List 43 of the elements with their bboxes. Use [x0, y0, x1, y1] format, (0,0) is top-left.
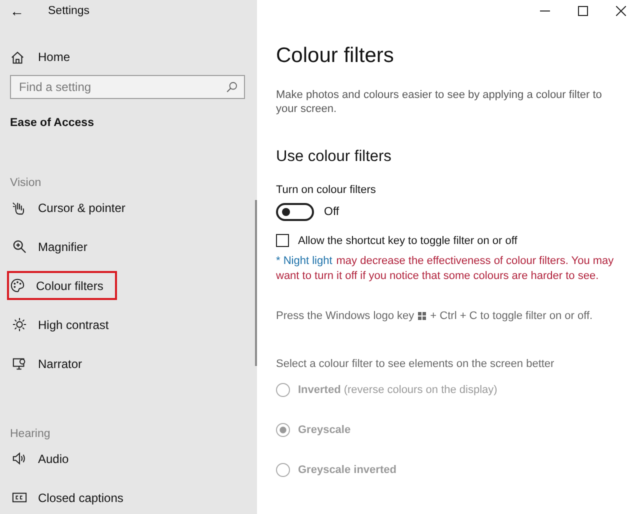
- radio-label: Greyscale inverted: [298, 464, 396, 476]
- window-title: Settings: [48, 5, 90, 17]
- cursor-icon: [12, 200, 27, 215]
- toggle-state: Off: [324, 206, 340, 218]
- section-heading: Use colour filters: [276, 148, 392, 166]
- page-description: Make photos and colours easier to see by applying a colour filter to your screen.: [276, 88, 603, 116]
- section-title: Ease of Access: [10, 117, 95, 129]
- shortcut-hint: + Ctrl + C to toggle filter on or off.: [430, 310, 593, 322]
- night-light-link[interactable]: * Night light: [276, 255, 332, 267]
- highlighted-nav-item[interactable]: Colour filters: [7, 271, 118, 300]
- sun-icon: [12, 317, 27, 332]
- maximize-icon: [578, 6, 588, 16]
- scrollbar[interactable]: [255, 200, 257, 366]
- palette-icon: [10, 278, 25, 293]
- nav-item[interactable]: Narrator: [0, 349, 94, 378]
- back-button[interactable]: ←: [10, 3, 24, 19]
- windows-key-icon: [418, 312, 426, 320]
- toggle-switch[interactable]: [276, 203, 314, 221]
- magnifier-icon: [12, 239, 27, 254]
- nav-item[interactable]: Audio: [0, 444, 81, 473]
- radio-label: Greyscale: [298, 424, 351, 436]
- search-field[interactable]: Find a setting: [10, 75, 245, 99]
- search-icon: [226, 81, 238, 93]
- checkbox-label: Allow the shortcut key to toggle filter on or off: [298, 234, 518, 246]
- filter-prompt: Select a colour filter to see elements on the screen better: [276, 358, 556, 370]
- speaker-icon: [12, 451, 27, 466]
- group-heading: Hearing: [10, 428, 52, 440]
- nav-item[interactable]: High contrast: [0, 310, 121, 339]
- shortcut-hint: Press the Windows logo key: [276, 310, 414, 322]
- home-icon: [10, 50, 25, 64]
- radio-label: Inverted (reverse colours on the display): [298, 384, 498, 396]
- checkbox[interactable]: [276, 234, 289, 247]
- nav-item[interactable]: Closed captions: [0, 483, 136, 512]
- captions-icon: [12, 490, 27, 505]
- nav-item[interactable]: Magnifier: [0, 232, 100, 261]
- narrator-icon: [12, 356, 27, 371]
- warning-text: * Night light may decrease the effectiveness of colour filters. You may want to turn it off if you notice that some colours are harder to see.: [276, 254, 615, 284]
- toggle-label: Turn on colour filters: [276, 184, 377, 196]
- nav-item[interactable]: Cursor & pointer: [0, 193, 138, 222]
- group-heading: Vision: [10, 177, 42, 189]
- page-title: Colour filters: [276, 44, 395, 68]
- close-icon: [616, 6, 626, 16]
- home-nav-item[interactable]: Home: [10, 46, 257, 68]
